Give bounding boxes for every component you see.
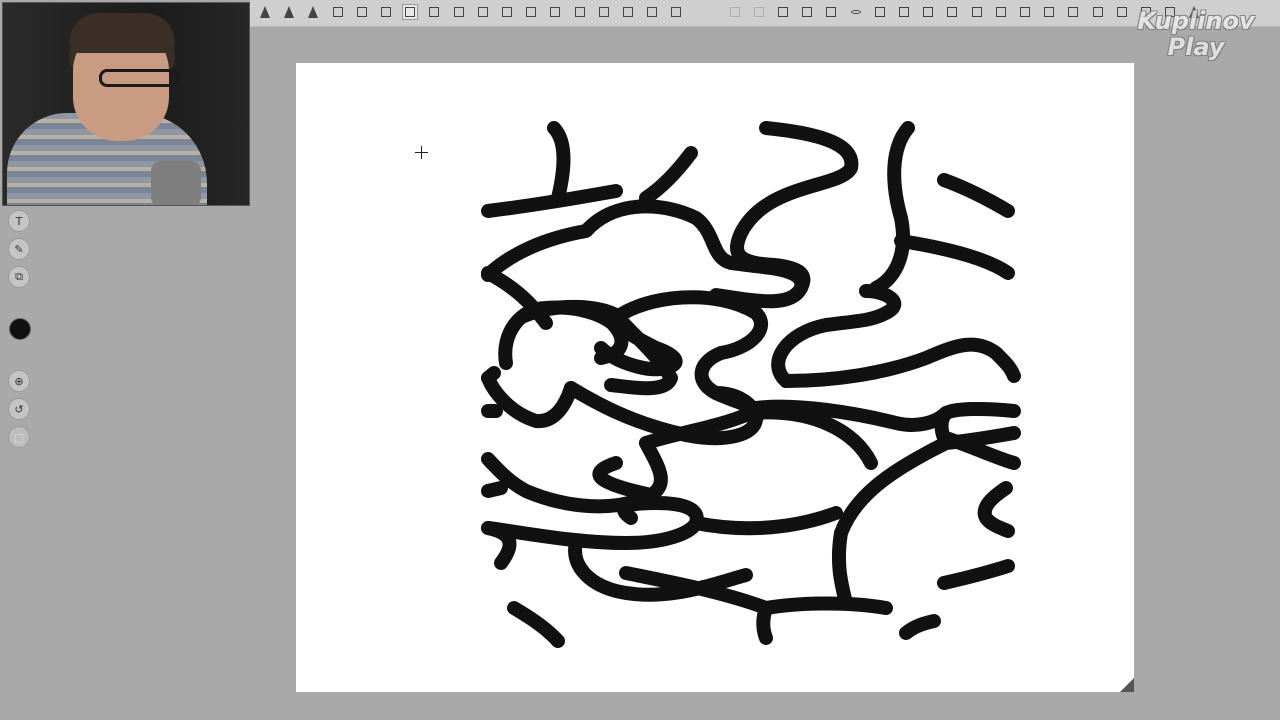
stroke bbox=[759, 596, 893, 615]
shape-icon[interactable] bbox=[728, 5, 742, 19]
shapes-icon: ⧉ bbox=[15, 270, 23, 283]
rectangle-icon[interactable] bbox=[548, 5, 562, 19]
stroke bbox=[481, 521, 517, 570]
plant-icon[interactable] bbox=[945, 5, 959, 19]
tree-shape-icon[interactable] bbox=[258, 5, 272, 19]
tile-icon[interactable] bbox=[427, 5, 441, 19]
webcam-person-glasses bbox=[99, 69, 179, 87]
ladder-icon[interactable] bbox=[621, 5, 635, 19]
channel-watermark: Kuplinov Play bbox=[1118, 8, 1274, 60]
shapes-tool-button[interactable]: ⧉ bbox=[8, 266, 30, 288]
undo-button[interactable]: ↺ bbox=[8, 398, 30, 420]
watermark-line-1: Kuplinov bbox=[1137, 7, 1255, 35]
shape-icon[interactable] bbox=[1091, 5, 1105, 19]
zoom-button[interactable]: ⊕ bbox=[8, 370, 30, 392]
line-icon[interactable] bbox=[1042, 5, 1056, 19]
shape-icon[interactable] bbox=[994, 5, 1008, 19]
canvas-resize-grip[interactable] bbox=[1120, 678, 1134, 692]
tile-icon[interactable] bbox=[645, 5, 659, 19]
stroke bbox=[937, 559, 1015, 590]
shape-icon[interactable] bbox=[1018, 5, 1032, 19]
text-icon: T bbox=[15, 214, 23, 228]
stamp-icon[interactable] bbox=[355, 5, 369, 19]
tile-icon[interactable] bbox=[500, 5, 514, 19]
undo-icon: ↺ bbox=[14, 402, 24, 416]
stroke bbox=[869, 121, 915, 295]
tile-icon[interactable] bbox=[597, 5, 611, 19]
stroke bbox=[756, 601, 773, 645]
crosshair-cursor-icon bbox=[415, 146, 428, 159]
stroke bbox=[592, 456, 658, 502]
zoom-icon: ⊕ bbox=[14, 374, 24, 388]
webcam-person-hair-top bbox=[69, 13, 175, 53]
frame-icon[interactable] bbox=[476, 5, 490, 19]
stroke bbox=[977, 481, 1015, 538]
delete-button[interactable]: ▢ bbox=[8, 426, 30, 448]
tree-shape-icon[interactable] bbox=[282, 5, 296, 19]
shape-icon[interactable] bbox=[524, 5, 538, 19]
stroke bbox=[481, 366, 501, 385]
stroke bbox=[937, 173, 1015, 218]
watermark-line-2: Play bbox=[1167, 33, 1225, 61]
stamp-icon[interactable] bbox=[331, 5, 345, 19]
current-color-swatch[interactable] bbox=[9, 318, 31, 340]
stroke bbox=[689, 506, 843, 536]
stroke bbox=[507, 601, 565, 648]
trash-icon: ▢ bbox=[13, 430, 25, 444]
tile-icon[interactable] bbox=[452, 5, 466, 19]
plant-icon[interactable] bbox=[921, 5, 935, 19]
stroke bbox=[639, 146, 698, 205]
oval-icon[interactable] bbox=[849, 5, 863, 19]
tree-shape-icon[interactable] bbox=[306, 5, 320, 19]
camera-icon[interactable] bbox=[824, 5, 838, 19]
stroke bbox=[547, 121, 571, 205]
chair-icon[interactable] bbox=[379, 5, 393, 19]
text-tool-button[interactable]: T bbox=[8, 210, 30, 232]
shape-icon[interactable] bbox=[873, 5, 887, 19]
webcam-microphone bbox=[151, 161, 201, 205]
tile-icon[interactable] bbox=[573, 5, 587, 19]
webcam-overlay bbox=[2, 2, 250, 206]
fill-tool-button[interactable]: ✎ bbox=[8, 238, 30, 260]
shape-icon[interactable] bbox=[752, 5, 766, 19]
lamp-icon[interactable] bbox=[970, 5, 984, 19]
grid-icon[interactable] bbox=[669, 5, 683, 19]
frame-icon[interactable] bbox=[776, 5, 790, 19]
flower-icon[interactable] bbox=[402, 4, 419, 20]
line-icon[interactable] bbox=[897, 5, 911, 19]
stroke bbox=[779, 337, 1021, 388]
stroke bbox=[899, 614, 941, 640]
shape-icon[interactable] bbox=[1066, 5, 1080, 19]
fill-icon: ✎ bbox=[14, 242, 24, 256]
stroke bbox=[894, 234, 1015, 280]
camera-icon[interactable] bbox=[800, 5, 814, 19]
stroke bbox=[481, 481, 508, 498]
